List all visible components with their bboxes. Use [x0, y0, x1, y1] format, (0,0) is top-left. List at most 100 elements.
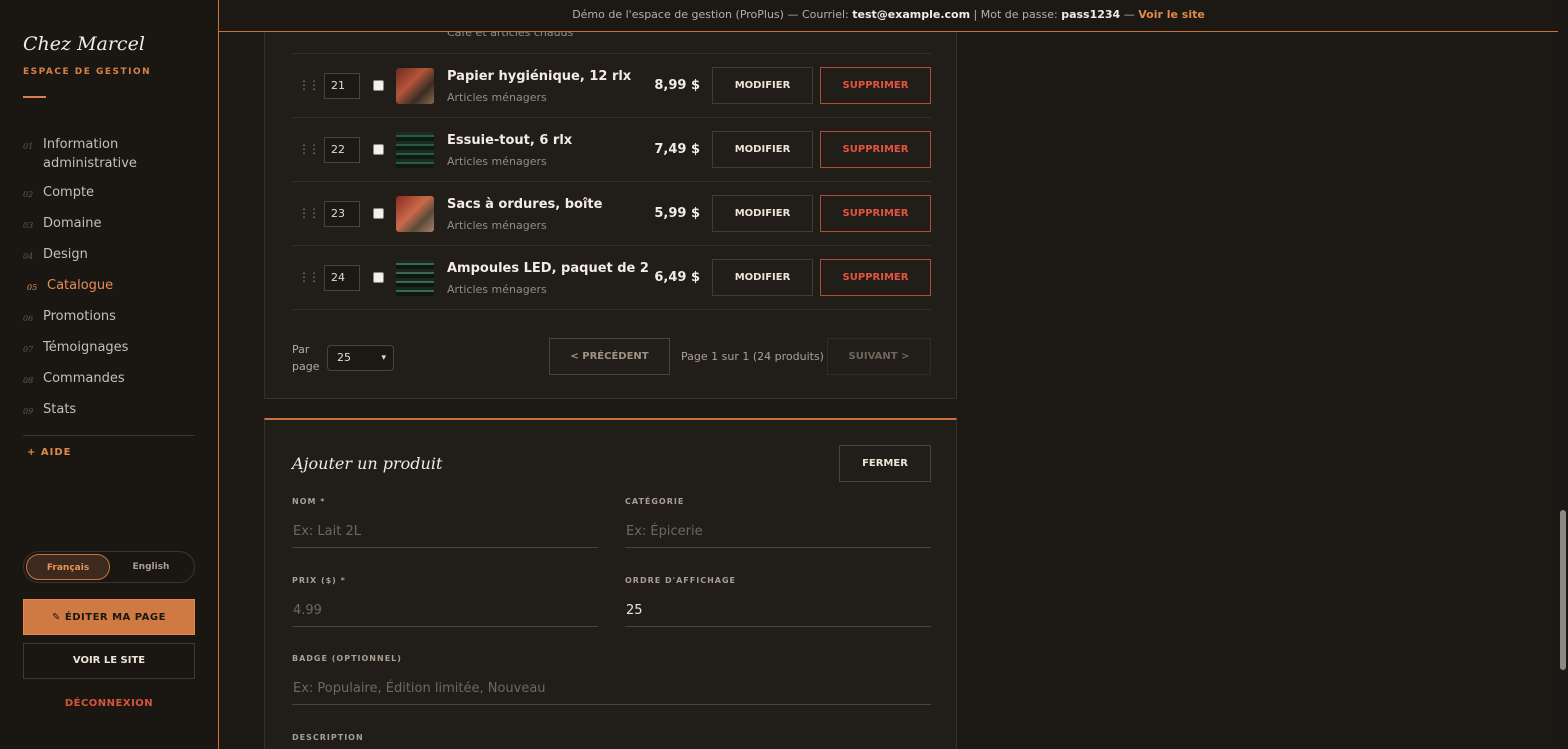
edit-button[interactable]: MODIFIER	[712, 131, 813, 168]
select-checkbox[interactable]	[373, 80, 384, 91]
edit-button[interactable]: MODIFIER	[712, 67, 813, 104]
product-name: Sacs à ordures, boîte	[447, 197, 603, 212]
product-price: 6,49 $	[654, 270, 700, 285]
product-thumbnail	[396, 260, 434, 296]
delete-button[interactable]: SUPPRIMER	[820, 67, 931, 104]
nav-number: 04	[23, 252, 34, 261]
product-name: Papier hygiénique, 12 rlx	[447, 69, 632, 84]
category-label: CATÉGORIE	[625, 497, 685, 506]
category-input[interactable]: Ex: Épicerie	[625, 518, 931, 548]
product-price: 5,99 $	[654, 206, 700, 221]
sidebar-item-promotions[interactable]: 06 Promotions	[23, 307, 195, 328]
brand-divider	[23, 96, 46, 98]
product-name: Essuie-tout, 6 rlx	[447, 133, 573, 148]
product-price: 8,99 $	[654, 78, 700, 93]
sidebar-item-commandes[interactable]: 08 Commandes	[23, 369, 195, 390]
nav-label: Domaine	[43, 216, 102, 231]
brand-subtitle: ESPACE DE GESTION	[23, 67, 152, 77]
lang-fr-button[interactable]: Français	[26, 554, 110, 580]
table-row: ⋮⋮ 21 Papier hygiénique, 12 rlx Articles…	[292, 54, 931, 118]
per-page-value: 25	[337, 351, 351, 364]
badge-input[interactable]: Ex: Populaire, Édition limitée, Nouveau	[292, 675, 931, 705]
nav-number: 08	[23, 376, 34, 385]
delete-button[interactable]: SUPPRIMER	[820, 195, 931, 232]
per-page-label: Par page	[292, 343, 320, 373]
product-price: 7,49 $	[654, 142, 700, 157]
previous-page-button[interactable]: < PRÉCÉDENT	[549, 338, 670, 375]
banner-email: test@example.com	[852, 8, 971, 21]
logout-button[interactable]: DÉCONNEXION	[23, 698, 195, 709]
nav-number: 01	[23, 142, 34, 151]
sidebar-item-stats[interactable]: 09 Stats	[23, 400, 195, 421]
form-title: Ajouter un produit	[292, 454, 443, 473]
nav-label: Information administrative	[43, 137, 137, 171]
product-category: Articles ménagers	[447, 283, 547, 296]
edit-page-button[interactable]: ✎ ÉDITER MA PAGE	[23, 599, 195, 635]
chevron-down-icon: ▾	[381, 353, 386, 363]
select-checkbox[interactable]	[373, 272, 384, 283]
price-label: PRIX ($) *	[292, 576, 346, 585]
edit-button[interactable]: MODIFIER	[712, 259, 813, 296]
nav-label: Stats	[43, 402, 77, 417]
sidebar-item-temoignages[interactable]: 07 Témoignages	[23, 338, 195, 359]
price-input[interactable]: 4.99	[292, 597, 598, 627]
description-label: DESCRIPTION	[292, 733, 364, 742]
pagination: Par page 25 ▾ < PRÉCÉDENT Page 1 sur 1 (…	[292, 335, 931, 390]
sidebar-item-compte[interactable]: 02 Compte	[23, 183, 195, 204]
nav-number: 09	[23, 407, 34, 416]
sidebar-item-catalogue[interactable]: 05 Catalogue	[23, 276, 195, 297]
banner-site-link[interactable]: Voir le site	[1138, 8, 1205, 21]
sidebar-item-domaine[interactable]: 03 Domaine	[23, 214, 195, 235]
drag-handle-icon[interactable]: ⋮⋮	[298, 142, 320, 156]
display-order-input[interactable]: 25	[625, 597, 931, 627]
edit-button[interactable]: MODIFIER	[712, 195, 813, 232]
page-scrollbar[interactable]	[1558, 0, 1568, 749]
drag-handle-icon[interactable]: ⋮⋮	[298, 206, 320, 220]
nav-number: 05	[27, 283, 38, 292]
order-input[interactable]: 24	[324, 265, 360, 291]
banner-password: pass1234	[1061, 8, 1121, 21]
product-category: Articles ménagers	[447, 155, 547, 168]
delete-button[interactable]: SUPPRIMER	[820, 259, 931, 296]
nav-number: 02	[23, 190, 34, 199]
name-input[interactable]: Ex: Lait 2L	[292, 518, 598, 548]
delete-button[interactable]: SUPPRIMER	[820, 131, 931, 168]
display-order-label: ORDRE D'AFFICHAGE	[625, 576, 736, 585]
per-page-select[interactable]: 25 ▾	[327, 345, 394, 371]
product-thumbnail	[396, 196, 434, 232]
product-thumbnail	[396, 68, 434, 104]
drag-handle-icon[interactable]: ⋮⋮	[298, 270, 320, 284]
table-row: ⋮⋮ 24 Ampoules LED, paquet de 2 Articles…	[292, 246, 931, 310]
lang-en-button[interactable]: English	[110, 554, 192, 580]
demo-banner: Démo de l'espace de gestion (ProPlus) — …	[219, 0, 1558, 32]
scrollbar-thumb[interactable]	[1560, 510, 1566, 670]
sidebar: Chez Marcel ESPACE DE GESTION 01 Informat…	[0, 0, 219, 749]
drag-handle-icon[interactable]: ⋮⋮	[298, 78, 320, 92]
view-site-button[interactable]: VOIR LE SITE	[23, 643, 195, 679]
next-page-button[interactable]: SUIVANT >	[827, 338, 931, 375]
sidebar-item-design[interactable]: 04 Design	[23, 245, 195, 266]
badge-label: BADGE (OPTIONNEL)	[292, 654, 402, 663]
nav-number: 06	[23, 314, 34, 323]
product-category: Articles ménagers	[447, 91, 547, 104]
product-thumbnail	[396, 132, 434, 168]
select-checkbox[interactable]	[373, 144, 384, 155]
order-input[interactable]: 22	[324, 137, 360, 163]
sidebar-item-information[interactable]: 01 Information administrative	[23, 135, 195, 173]
nav-number: 07	[23, 345, 34, 354]
table-row: ⋮⋮ 22 Essuie-tout, 6 rlx Articles ménage…	[292, 118, 931, 182]
nav-label: Design	[43, 247, 88, 262]
product-name: Ampoules LED, paquet de 2	[447, 261, 649, 276]
sidebar-nav: 01 Information administrative 02 Compte 03…	[23, 135, 195, 431]
page-info: Page 1 sur 1 (24 produits)	[681, 350, 824, 363]
banner-prefix: Démo de l'espace de gestion (ProPlus) — …	[572, 8, 853, 21]
order-input[interactable]: 21	[324, 73, 360, 99]
close-form-button[interactable]: FERMER	[839, 445, 931, 482]
select-checkbox[interactable]	[373, 208, 384, 219]
banner-dash: —	[1120, 8, 1139, 21]
nav-number: 03	[23, 221, 34, 230]
nav-label: Catalogue	[47, 278, 114, 293]
order-input[interactable]: 23	[324, 201, 360, 227]
add-product-form: Ajouter un produit FERMER NOM * Ex: Lait…	[264, 418, 957, 749]
help-link[interactable]: + AIDE	[27, 447, 71, 458]
